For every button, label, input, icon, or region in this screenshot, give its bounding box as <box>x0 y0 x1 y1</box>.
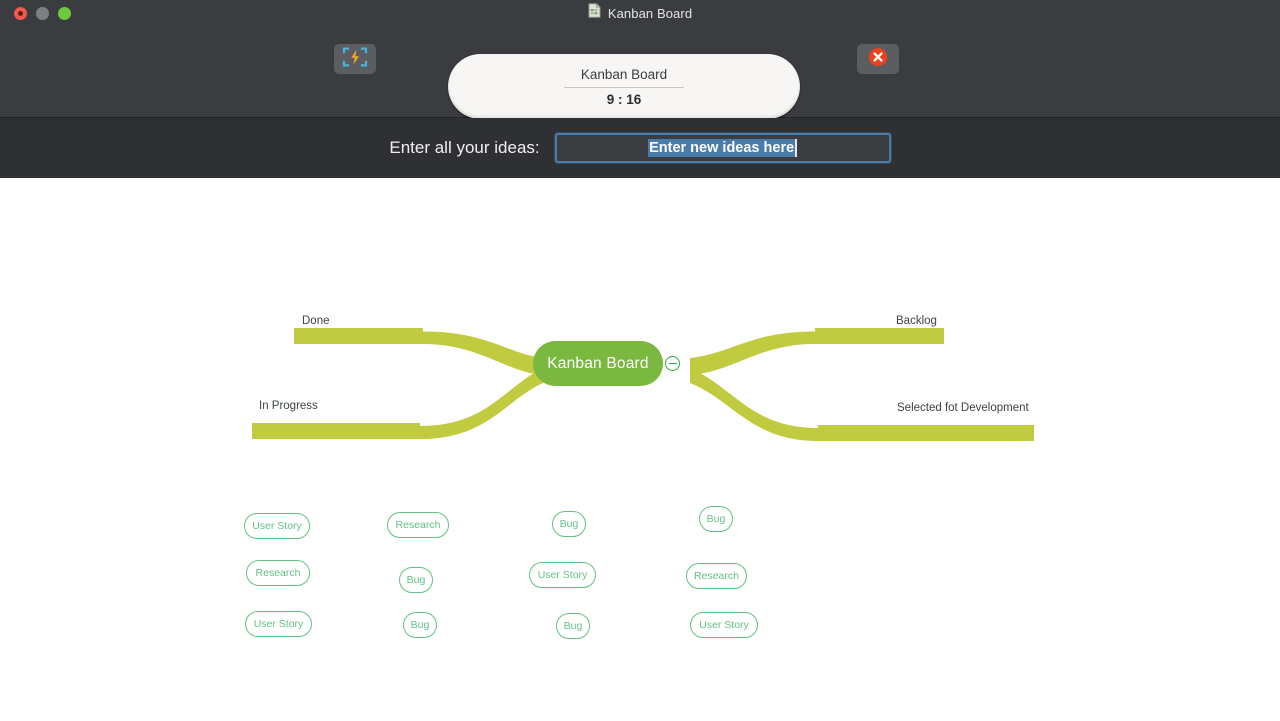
window-title-group: Kanban Board <box>0 0 1280 26</box>
minus-circle-icon[interactable] <box>665 356 680 371</box>
idea-bubble[interactable]: Bug <box>399 567 433 593</box>
app-window: Kanban Board Full screen Kanb <box>0 0 1280 721</box>
idea-bubble[interactable]: Bug <box>556 613 590 639</box>
idea-bubble-label: User Story <box>252 520 302 532</box>
idea-bubble[interactable]: Research <box>246 560 310 586</box>
mindmap-branches <box>252 328 1034 441</box>
document-icon <box>588 3 601 23</box>
idea-bubble-label: Bug <box>706 513 726 525</box>
idea-entry-label: Enter all your ideas: <box>389 138 540 157</box>
idea-bubble-label: Bug <box>410 619 430 631</box>
idea-input-value: Enter new ideas here <box>648 139 798 157</box>
idea-bubble-label: User Story <box>253 618 304 630</box>
mindmap-center-node[interactable]: Kanban Board <box>533 341 663 386</box>
branch-label-done[interactable]: Done <box>302 315 330 327</box>
mindmap-center-label: Kanban Board <box>547 354 649 372</box>
fullscreen-lightning-icon <box>342 46 368 73</box>
idea-entry-bar: Enter all your ideas: Enter new ideas he… <box>0 118 1280 178</box>
idea-bubble[interactable]: User Story <box>690 612 758 638</box>
idea-bubble[interactable]: User Story <box>245 611 312 637</box>
idea-bubble-label: Research <box>395 519 441 531</box>
toolbar: Full screen Kanban Board 9 : 16 Info vie… <box>0 26 1280 142</box>
branch-label-selected-for-development[interactable]: Selected fot Development <box>897 402 1029 414</box>
idea-bubble-label: Bug <box>563 620 583 632</box>
idea-bubble-label: Research <box>694 570 739 582</box>
info-view-divider <box>564 86 684 88</box>
idea-bubble-label: Research <box>255 567 301 579</box>
finish-button[interactable] <box>857 44 899 74</box>
idea-bubble-label: Bug <box>559 518 579 530</box>
idea-bubble-label: User Story <box>699 619 749 631</box>
info-view-ratio: 9 : 16 <box>606 91 642 107</box>
mindmap-canvas[interactable]: Done In Progress Backlog Selected fot De… <box>0 178 1280 721</box>
idea-bubble-label: User Story <box>537 569 588 581</box>
idea-bubble[interactable]: User Story <box>529 562 596 588</box>
idea-input[interactable]: Enter new ideas here <box>554 133 891 163</box>
idea-bubble[interactable]: User Story <box>244 513 310 539</box>
window-title: Kanban Board <box>607 5 693 21</box>
idea-bubble[interactable]: Bug <box>552 511 586 537</box>
idea-bubble[interactable]: Bug <box>403 612 437 638</box>
branch-label-backlog[interactable]: Backlog <box>896 315 937 327</box>
info-view-panel[interactable]: Kanban Board 9 : 16 <box>448 54 800 119</box>
branch-label-in-progress[interactable]: In Progress <box>259 400 318 412</box>
info-view-title: Kanban Board <box>580 66 668 82</box>
window-titlebar: Kanban Board <box>0 0 1280 26</box>
fullscreen-button[interactable] <box>334 44 376 74</box>
idea-bubble-label: Bug <box>406 574 426 586</box>
idea-bubble[interactable]: Research <box>387 512 449 538</box>
close-circle-icon <box>868 47 888 72</box>
idea-bubble[interactable]: Bug <box>699 506 733 532</box>
idea-bubble[interactable]: Research <box>686 563 747 589</box>
